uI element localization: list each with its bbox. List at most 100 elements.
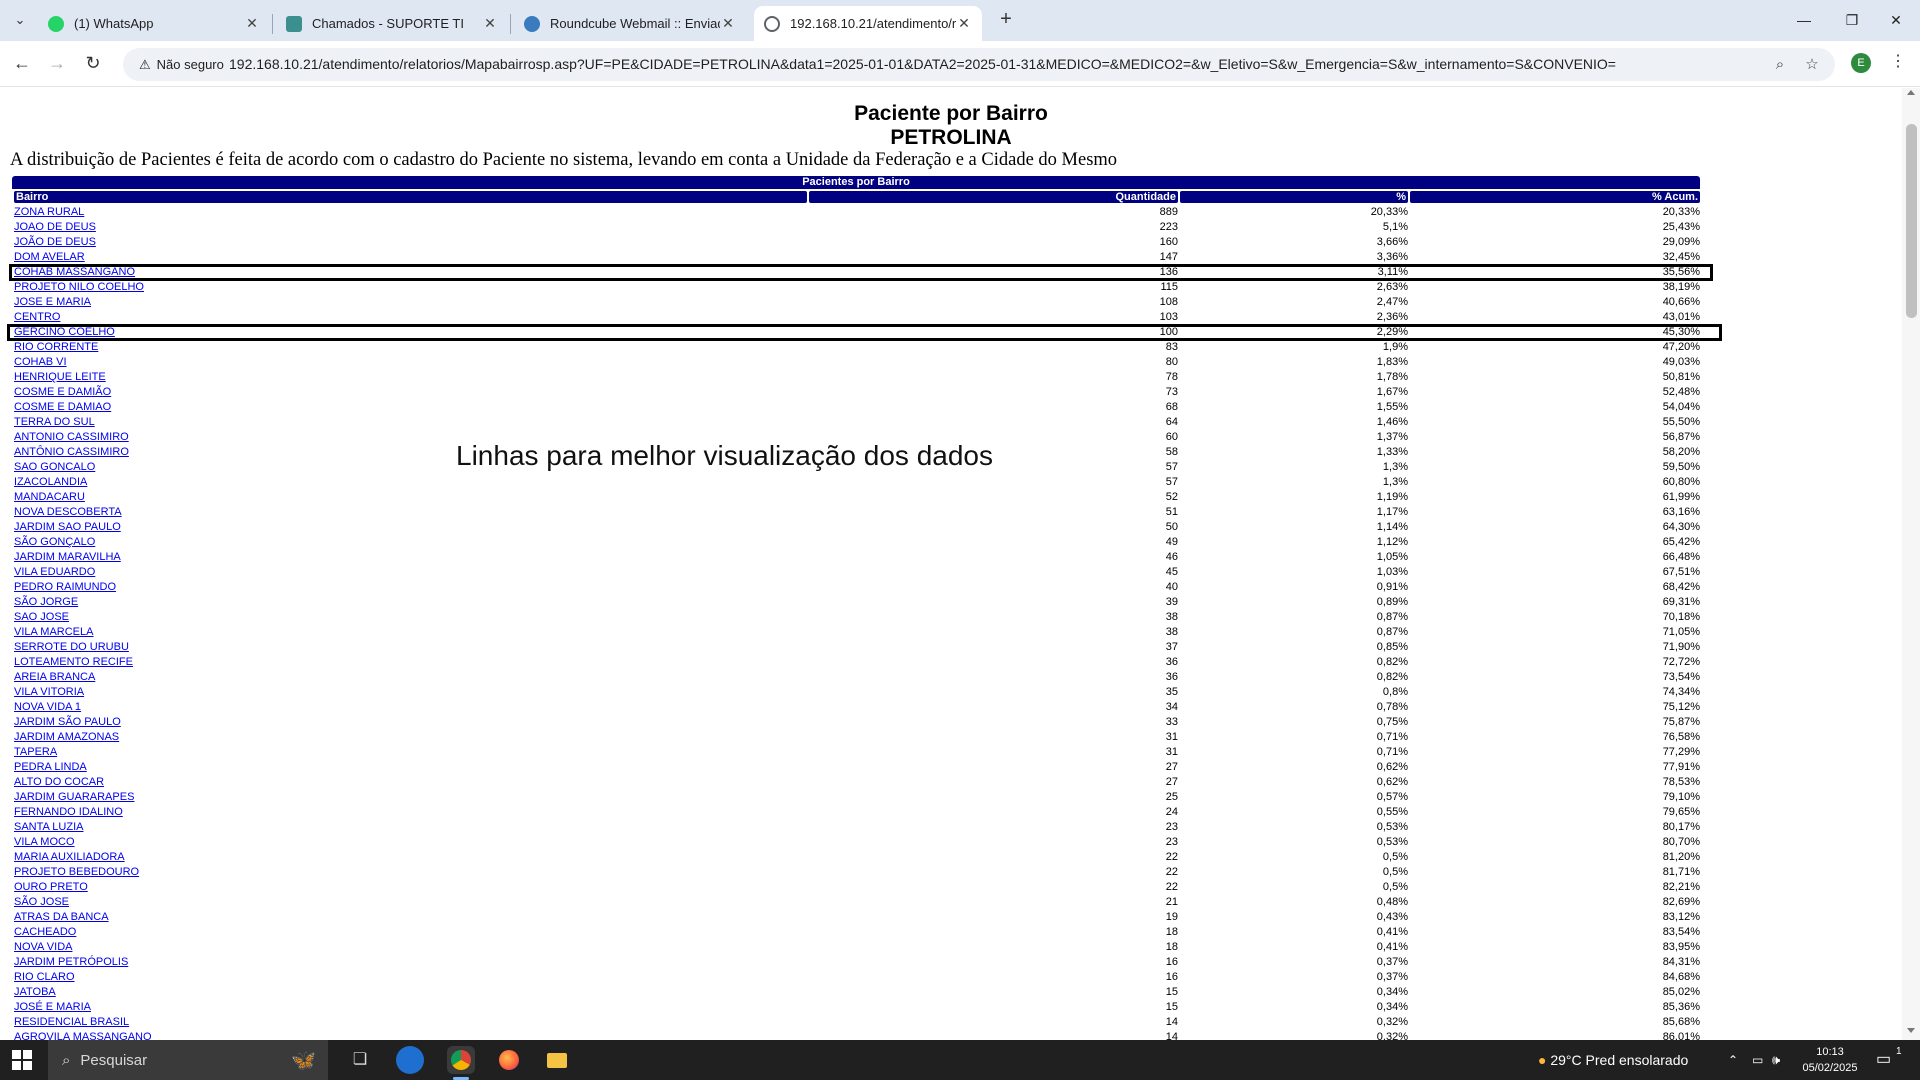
notification-icon[interactable]: ▭ — [1876, 1040, 1891, 1080]
page-scrollbar[interactable] — [1902, 88, 1920, 1040]
table-row: TERRA DO SUL 64 1,46% 55,50% — [0, 415, 1902, 430]
bairro-link[interactable]: COSME E DAMIAO — [14, 400, 111, 415]
zoom-icon[interactable]: ⌕ — [1767, 52, 1793, 78]
bairro-link[interactable]: FERNANDO IDALINO — [14, 805, 123, 820]
firefox-icon[interactable] — [495, 1046, 523, 1074]
bairro-link[interactable]: SÃO JOSE — [14, 895, 69, 910]
bairro-link[interactable]: RIO CORRENTE — [14, 340, 98, 355]
scroll-thumb[interactable] — [1906, 124, 1917, 318]
bairro-link[interactable]: SAO JOSE — [14, 610, 69, 625]
file-explorer-icon[interactable] — [543, 1046, 571, 1074]
close-icon[interactable]: ✕ — [482, 15, 498, 32]
tab-roundcube[interactable]: Roundcube Webmail :: Enviado ✕ — [514, 6, 746, 41]
bairro-link[interactable]: LOTEAMENTO RECIFE — [14, 655, 133, 670]
bairro-link[interactable]: TAPERA — [14, 745, 57, 760]
bairro-link[interactable]: SANTA LUZIA — [14, 820, 83, 835]
minimize-button[interactable]: — — [1780, 0, 1828, 40]
taskbar-search-box[interactable]: ⌕ Pesquisar 🦋 — [48, 1040, 328, 1080]
bairro-link[interactable]: VILA EDUARDO — [14, 565, 95, 580]
bairro-link[interactable]: OURO PRETO — [14, 880, 88, 895]
bairro-link[interactable]: NOVA VIDA — [14, 940, 72, 955]
bairro-link[interactable]: COHAB VI — [14, 355, 67, 370]
bairro-link[interactable]: JATOBA — [14, 985, 56, 1000]
tab-chamados[interactable]: Chamados - SUPORTE TI ✕ — [276, 6, 508, 41]
bairro-link[interactable]: JARDIM PETRÓPOLIS — [14, 955, 128, 970]
restore-button[interactable]: ❐ — [1828, 0, 1876, 40]
bairro-link[interactable]: PROJETO BEBEDOURO — [14, 865, 139, 880]
percent-cell: 1,67% — [1376, 386, 1408, 398]
bairro-link[interactable]: NOVA VIDA 1 — [14, 700, 81, 715]
volume-icon[interactable]: 🕪 — [1772, 1040, 1780, 1080]
forward-arrow-icon[interactable]: → — [43, 49, 71, 77]
scroll-up-arrow-icon[interactable] — [1907, 90, 1915, 95]
bairro-link[interactable]: JARDIM MARAVILHA — [14, 550, 121, 565]
close-window-button[interactable]: ✕ — [1872, 0, 1920, 40]
bairro-link[interactable]: RESIDENCIAL BRASIL — [14, 1015, 129, 1030]
bairro-link[interactable]: PEDRA LINDA — [14, 760, 87, 775]
percent-cell: 1,3% — [1382, 476, 1408, 488]
bairro-link[interactable]: VILA MOCO — [14, 835, 75, 850]
bairro-link[interactable]: JOÃO DE DEUS — [14, 235, 96, 250]
bairro-link[interactable]: CENTRO — [14, 310, 60, 325]
bairro-link[interactable]: MARIA AUXILIADORA — [14, 850, 125, 865]
bairro-link[interactable]: JARDIM SÃO PAULO — [14, 715, 121, 730]
bairro-link[interactable]: JARDIM AMAZONAS — [14, 730, 119, 745]
bairro-link[interactable]: NOVA DESCOBERTA — [14, 505, 122, 520]
reload-icon[interactable]: ↻ — [79, 49, 107, 77]
bairro-link[interactable]: PEDRO RAIMUNDO — [14, 580, 116, 595]
bairro-link[interactable]: SÃO GONÇALO — [14, 535, 95, 550]
bairro-link[interactable]: RIO CLARO — [14, 970, 75, 985]
windows-start-icon[interactable] — [12, 1050, 32, 1070]
chrome-icon[interactable] — [447, 1046, 475, 1074]
bairro-link[interactable]: JARDIM SAO PAULO — [14, 520, 121, 535]
bairro-link[interactable]: IZACOLANDIA — [14, 475, 87, 490]
quantidade-cell: 31 — [1165, 731, 1178, 743]
address-bar[interactable]: ⚠ Não seguro 192.168.10.21/atendimento/r… — [123, 48, 1835, 81]
back-arrow-icon[interactable]: ← — [8, 49, 36, 77]
show-hidden-icons-chevron-icon[interactable]: ⌃ — [1728, 1040, 1738, 1080]
bairro-link[interactable]: VILA MARCELA — [14, 625, 93, 640]
bairro-link[interactable]: SÃO JORGE — [14, 595, 78, 610]
bairro-link[interactable]: ALTO DO COCAR — [14, 775, 104, 790]
url-text[interactable]: 192.168.10.21/atendimento/relatorios/Map… — [229, 48, 1749, 81]
kebab-menu-icon[interactable]: ⋮ — [1886, 51, 1910, 75]
profile-avatar[interactable]: E — [1851, 53, 1871, 73]
bairro-link[interactable]: AREIA BRANCA — [14, 670, 95, 685]
bairro-link[interactable]: MANDACARU — [14, 490, 85, 505]
bairro-link[interactable]: JOSÉ E MARIA — [14, 1000, 91, 1015]
system-clock[interactable]: 10:13 05/02/2025 — [1796, 1044, 1864, 1076]
bairro-link[interactable]: SAO GONCALO — [14, 460, 95, 475]
bairro-link[interactable]: ATRAS DA BANCA — [14, 910, 109, 925]
bairro-link[interactable]: ANTÔNIO CASSIMIRO — [14, 445, 129, 460]
bairro-link[interactable]: HENRIQUE LEITE — [14, 370, 106, 385]
bairro-link[interactable]: AGROVILA MASSANGANO — [14, 1030, 152, 1040]
weather-widget[interactable]: ● 29°C Pred ensolarado — [1538, 1040, 1688, 1080]
security-chip[interactable]: ⚠ Não seguro — [131, 52, 232, 77]
new-tab-button[interactable]: + — [994, 8, 1018, 32]
task-view-icon[interactable]: ❏ — [346, 1046, 374, 1074]
tab-search-button[interactable]: ⌄ — [8, 8, 32, 32]
close-icon[interactable]: ✕ — [244, 15, 260, 32]
bairro-link[interactable]: ZONA RURAL — [14, 205, 84, 220]
bairro-link[interactable]: DOM AVELAR — [14, 250, 85, 265]
bairro-link[interactable]: JOAO DE DEUS — [14, 220, 96, 235]
edge-icon[interactable] — [396, 1046, 424, 1074]
bairro-link[interactable]: COSME E DAMIÃO — [14, 385, 111, 400]
bairro-link[interactable]: VILA VITORIA — [14, 685, 84, 700]
close-icon[interactable]: ✕ — [956, 15, 972, 32]
tab-whatsapp[interactable]: (1) WhatsApp ✕ — [38, 6, 270, 41]
bairro-link[interactable]: JARDIM GUARARAPES — [14, 790, 134, 805]
bookmark-star-icon[interactable]: ☆ — [1799, 52, 1825, 78]
bairro-link[interactable]: TERRA DO SUL — [14, 415, 95, 430]
close-icon[interactable]: ✕ — [720, 15, 736, 32]
table-row: IZACOLANDIA 57 1,3% 60,80% — [0, 475, 1902, 490]
bairro-link[interactable]: PROJETO NILO COELHO — [14, 280, 144, 295]
network-icon[interactable]: ▭ — [1752, 1040, 1763, 1080]
tab-relatorio[interactable]: 192.168.10.21/atendimento/rel ✕ — [754, 6, 982, 41]
bairro-link[interactable]: JOSE E MARIA — [14, 295, 91, 310]
bairro-link[interactable]: SERROTE DO URUBU — [14, 640, 129, 655]
bairro-link[interactable]: ANTONIO CASSIMIRO — [14, 430, 129, 445]
scroll-down-arrow-icon[interactable] — [1907, 1028, 1915, 1033]
table-row: VILA MARCELA 38 0,87% 71,05% — [0, 625, 1902, 640]
bairro-link[interactable]: CACHEADO — [14, 925, 76, 940]
